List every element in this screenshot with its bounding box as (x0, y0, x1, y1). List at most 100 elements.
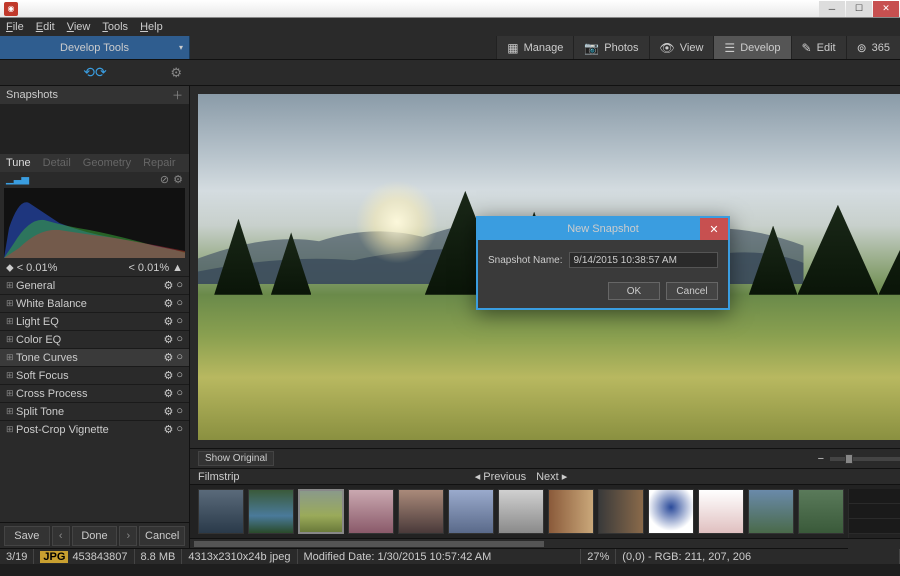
gear-icon[interactable]: ⚙ (163, 333, 173, 346)
menu-file[interactable]: File (6, 21, 24, 33)
mode-photos[interactable]: 📷Photos (573, 36, 648, 59)
panel-tone-curves[interactable]: ⊞Tone Curves⚙○ (0, 348, 189, 366)
filmstrip-next[interactable]: Next ▸ (536, 470, 567, 483)
panel-cross-process[interactable]: ⊞Cross Process⚙○ (0, 384, 189, 402)
histogram-icon[interactable]: ▁▃▅ (6, 174, 29, 185)
filmstrip-thumb[interactable] (548, 489, 594, 534)
prev-button[interactable]: ‹ (52, 526, 70, 546)
filmstrip: --4313x2310 --8.8 MB ---- ---- (190, 484, 900, 538)
histogram-stats: ⬥< 0.01% < 0.01%▲ (0, 260, 189, 276)
reset-icon[interactable]: ○ (176, 387, 183, 400)
mode-365[interactable]: ⊚365 (846, 36, 900, 59)
dialog-title[interactable]: New Snapshot ✕ (478, 218, 728, 240)
mode-edit[interactable]: ✎Edit (791, 36, 846, 59)
reset-icon[interactable]: ○ (176, 315, 183, 328)
rotate-icon[interactable]: ⟲⟳ (83, 64, 106, 81)
reset-icon[interactable]: ⊘ (160, 173, 169, 186)
filmstrip-thumb[interactable] (448, 489, 494, 534)
status-rgb: (0,0) - RGB: 211, 207, 206 (616, 549, 900, 564)
dialog-close-button[interactable]: ✕ (700, 218, 728, 240)
done-button[interactable]: Done (72, 526, 118, 546)
cancel-button[interactable]: Cancel (139, 526, 185, 546)
gear-icon[interactable]: ⚙ (163, 351, 173, 364)
expand-icon: ⊞ (6, 370, 16, 381)
image-canvas[interactable]: New Snapshot ✕ Snapshot Name: OK Cancel (190, 86, 900, 448)
status-count: 3/19 (0, 549, 34, 564)
window-titlebar: ◉ ─ ☐ ✕ (0, 0, 900, 18)
filmstrip-thumb[interactable] (198, 489, 244, 534)
zoom-out-icon[interactable]: − (818, 453, 824, 465)
gear-icon[interactable]: ⚙ (163, 369, 173, 382)
panel-post-crop-vignette[interactable]: ⊞Post-Crop Vignette⚙○ (0, 420, 189, 438)
gear-icon[interactable]: ⚙ (163, 279, 173, 292)
window-minimize[interactable]: ─ (819, 1, 845, 17)
filmstrip-thumb[interactable] (398, 489, 444, 534)
snapshot-name-input[interactable] (569, 252, 719, 268)
snapshot-name-label: Snapshot Name: (488, 255, 563, 266)
show-original-button[interactable]: Show Original (198, 451, 274, 466)
eye-icon: 👁 (660, 41, 675, 55)
gear-icon[interactable]: ⚙ (163, 315, 173, 328)
app-icon: ◉ (4, 2, 18, 16)
save-button[interactable]: Save (4, 526, 50, 546)
panel-white-balance[interactable]: ⊞White Balance⚙○ (0, 294, 189, 312)
panel-color-eq[interactable]: ⊞Color EQ⚙○ (0, 330, 189, 348)
reset-icon[interactable]: ○ (176, 279, 183, 292)
filmstrip-thumb[interactable] (648, 489, 694, 534)
mode-develop[interactable]: ☰Develop (713, 36, 790, 59)
add-snapshot-icon[interactable]: ＋ (172, 87, 183, 103)
gear-icon[interactable]: ⚙ (163, 423, 173, 436)
reset-icon[interactable]: ○ (176, 351, 183, 364)
filmstrip-prev[interactable]: ◂ Previous (475, 470, 526, 483)
window-close[interactable]: ✕ (873, 1, 899, 17)
mode-manage[interactable]: ▦Manage (496, 36, 573, 59)
filmstrip-scrollbar[interactable] (190, 538, 900, 548)
tab-repair[interactable]: Repair (137, 157, 181, 169)
panel-split-tone[interactable]: ⊞Split Tone⚙○ (0, 402, 189, 420)
menu-edit[interactable]: Edit (36, 21, 55, 33)
gear-icon[interactable]: ⚙ (163, 297, 173, 310)
grid-icon: ▦ (507, 41, 518, 55)
expand-icon: ⊞ (6, 424, 16, 435)
expand-icon: ⊞ (6, 388, 16, 399)
develop-tools-tab[interactable]: Develop Tools ▾ (0, 36, 190, 59)
tab-tune[interactable]: Tune (0, 157, 37, 169)
filmstrip-thumb[interactable] (598, 489, 644, 534)
filmstrip-thumb[interactable] (748, 489, 794, 534)
zoom-slider[interactable] (830, 457, 900, 461)
filmstrip-thumb[interactable] (248, 489, 294, 534)
menu-view[interactable]: View (67, 21, 91, 33)
menu-tools[interactable]: Tools (102, 21, 128, 33)
sub-toolbar: ⟲⟳ ⚙ (0, 60, 900, 86)
menu-bar: File Edit View Tools Help (0, 18, 900, 36)
window-maximize[interactable]: ☐ (846, 1, 872, 17)
reset-icon[interactable]: ○ (176, 423, 183, 436)
filmstrip-thumb[interactable] (348, 489, 394, 534)
mode-view[interactable]: 👁View (649, 36, 714, 59)
tab-geometry[interactable]: Geometry (77, 157, 137, 169)
filmstrip-thumb[interactable] (698, 489, 744, 534)
filmstrip-thumb[interactable] (298, 489, 344, 534)
mode-tabs: Develop Tools ▾ ▦Manage 📷Photos 👁View ☰D… (0, 36, 900, 60)
filmstrip-thumb[interactable] (498, 489, 544, 534)
reset-icon[interactable]: ○ (176, 369, 183, 382)
gear-icon[interactable]: ⚙ (170, 65, 182, 81)
gear-icon[interactable]: ⚙ (173, 173, 183, 186)
menu-help[interactable]: Help (140, 21, 163, 33)
tab-detail[interactable]: Detail (37, 157, 77, 169)
gear-icon[interactable]: ⚙ (163, 387, 173, 400)
reset-icon[interactable]: ○ (176, 333, 183, 346)
panel-general[interactable]: ⊞General⚙○ (0, 276, 189, 294)
next-button[interactable]: › (119, 526, 137, 546)
snapshots-header[interactable]: Snapshots ＋ (0, 86, 189, 104)
reset-icon[interactable]: ○ (176, 405, 183, 418)
dialog-ok-button[interactable]: OK (608, 282, 660, 300)
gear-icon[interactable]: ⚙ (163, 405, 173, 418)
expand-icon: ⊞ (6, 298, 16, 309)
expand-icon: ⊞ (6, 280, 16, 291)
panel-soft-focus[interactable]: ⊞Soft Focus⚙○ (0, 366, 189, 384)
reset-icon[interactable]: ○ (176, 297, 183, 310)
filmstrip-thumb[interactable] (798, 489, 844, 534)
panel-light-eq[interactable]: ⊞Light EQ⚙○ (0, 312, 189, 330)
dialog-cancel-button[interactable]: Cancel (666, 282, 718, 300)
